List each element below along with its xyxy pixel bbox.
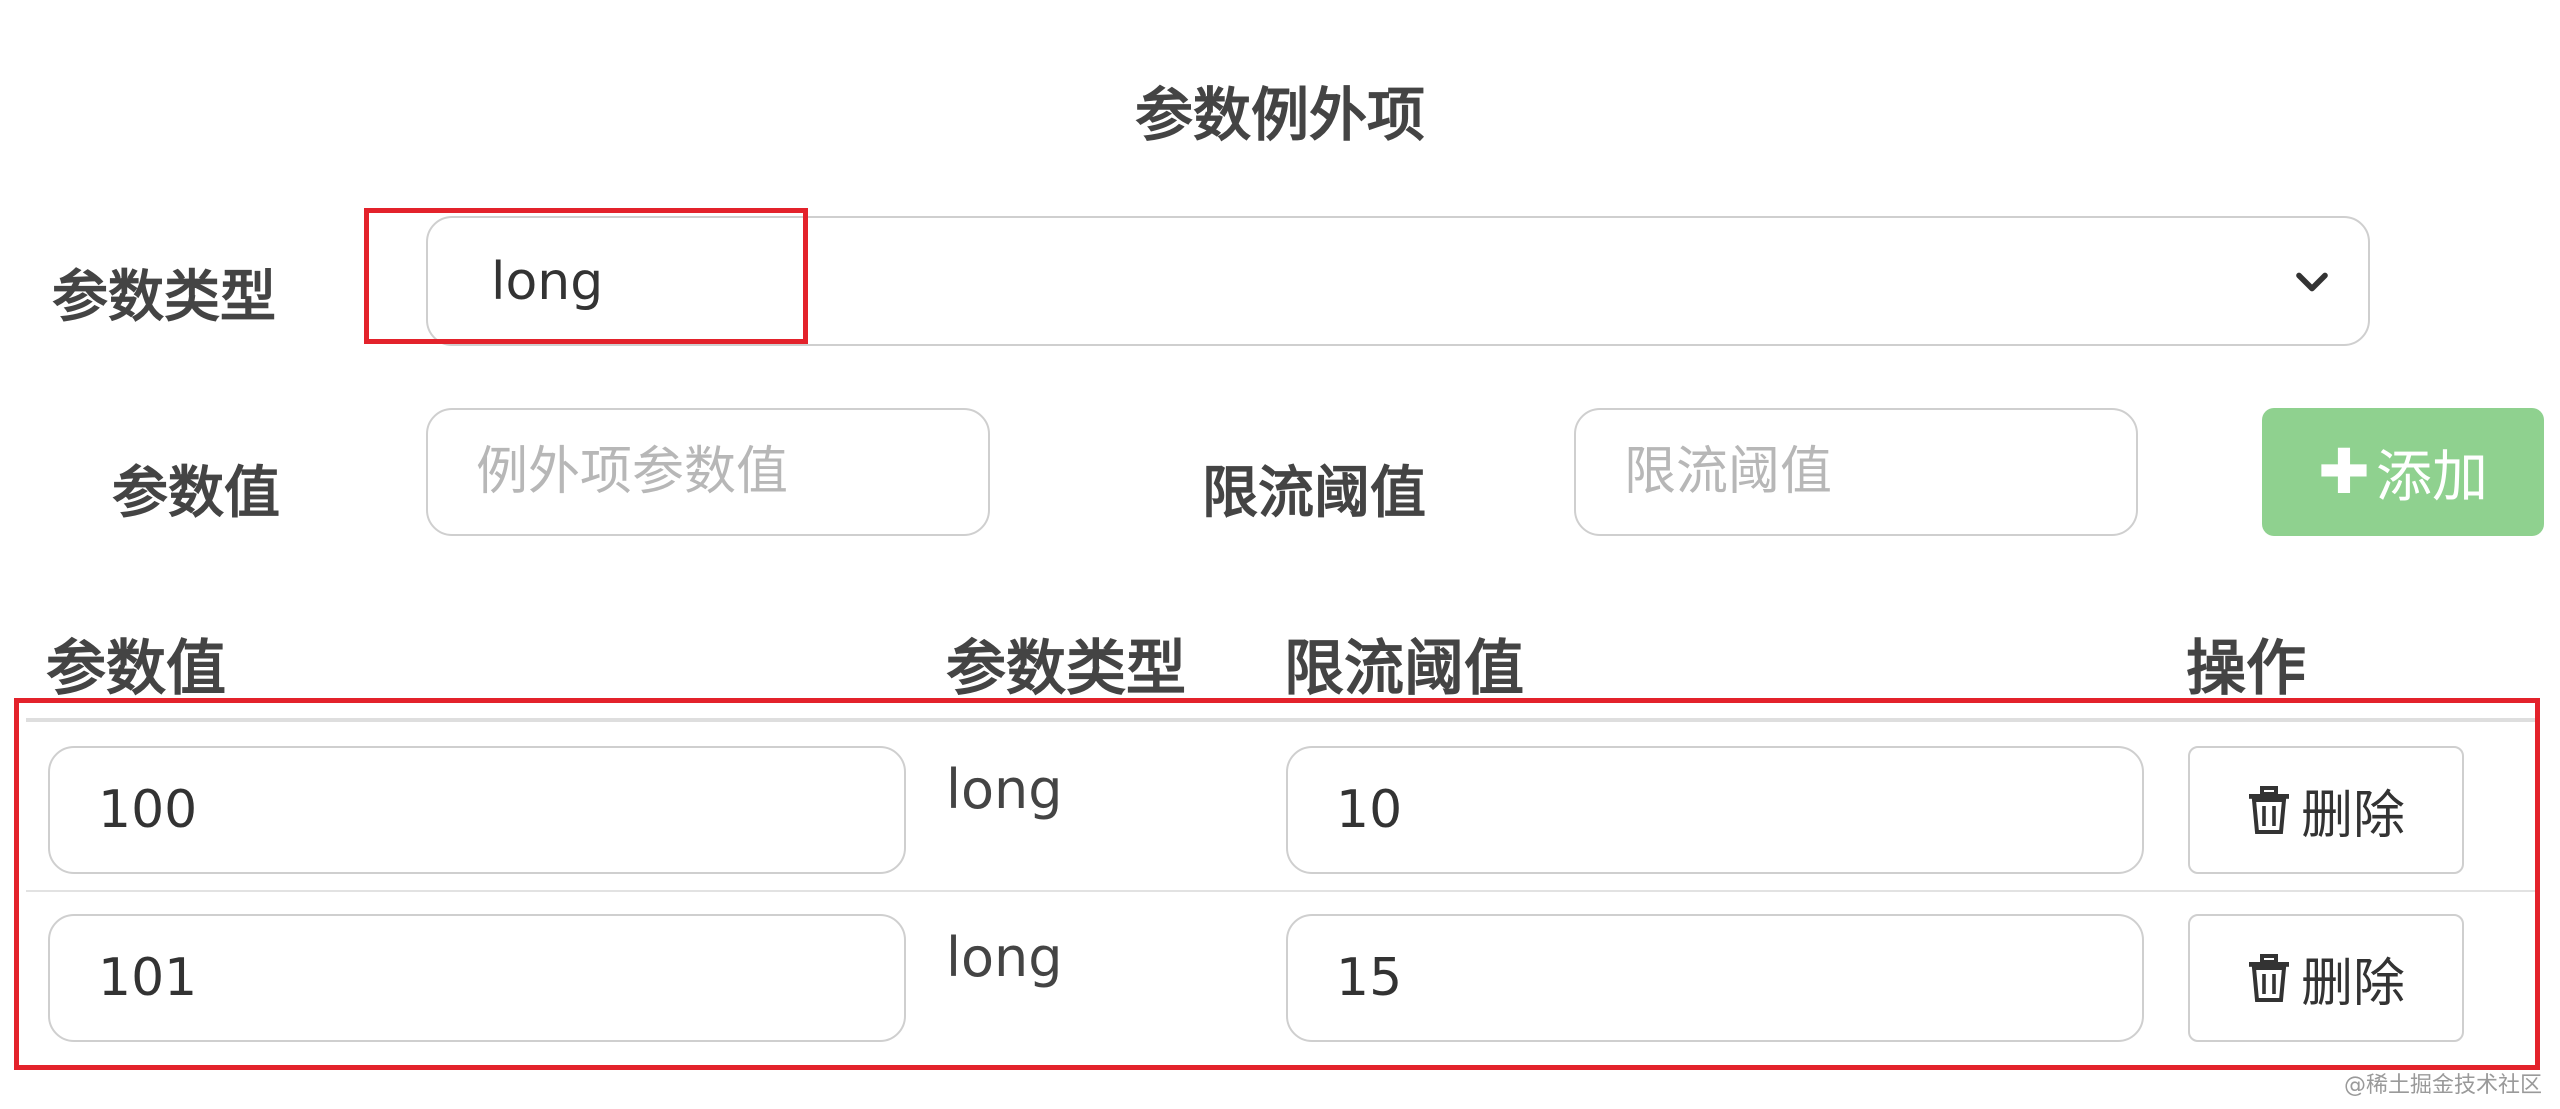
chevron-down-icon	[2296, 272, 2328, 292]
row-param-type: long	[946, 926, 1063, 989]
param-value-label: 参数值	[112, 461, 280, 526]
delete-button-label: 删除	[2300, 953, 2405, 1014]
row-param-value-input[interactable]	[48, 914, 906, 1042]
param-type-selected-value: long	[491, 252, 604, 312]
trash-icon	[2248, 954, 2289, 1002]
add-button[interactable]: ✚ 添加	[2262, 408, 2544, 536]
delete-button-label: 删除	[2300, 785, 2405, 846]
param-value-input[interactable]	[426, 408, 990, 536]
row-threshold-input[interactable]	[1286, 746, 2144, 874]
plus-icon: ✚	[2318, 435, 2370, 508]
watermark: @稀土掘金技术社区	[2343, 1073, 2542, 1098]
param-type-label: 参数类型	[52, 265, 276, 330]
page-title: 参数例外项	[1134, 81, 1425, 149]
row-param-type: long	[946, 758, 1063, 821]
row-param-value-input[interactable]	[48, 746, 906, 874]
trash-icon	[2248, 786, 2289, 834]
table-row: long 删除	[0, 722, 2560, 890]
add-button-label: 添加	[2375, 444, 2488, 510]
threshold-label: 限流阈值	[1202, 461, 1426, 526]
column-header-threshold: 限流阈值	[1284, 634, 1524, 704]
param-type-select[interactable]: long	[426, 216, 2370, 346]
delete-button[interactable]: 删除	[2188, 914, 2464, 1042]
table-row: long 删除	[0, 892, 2560, 1058]
row-threshold-input[interactable]	[1286, 914, 2144, 1042]
column-header-action: 操作	[2186, 634, 2306, 704]
threshold-input[interactable]	[1574, 408, 2138, 536]
column-header-param-type: 参数类型	[946, 634, 1186, 704]
column-header-param-value: 参数值	[46, 634, 226, 704]
delete-button[interactable]: 删除	[2188, 746, 2464, 874]
